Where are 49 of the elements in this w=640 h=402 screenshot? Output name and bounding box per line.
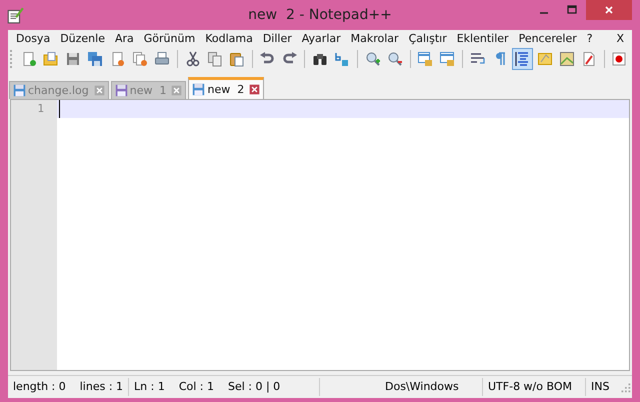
status-text: Ln : 1 Col : 1 Sel : 0 | 0 (129, 378, 320, 396)
copy-icon (206, 51, 223, 67)
binoculars-icon (312, 51, 328, 67)
menu-item[interactable]: Eklentiler (452, 31, 514, 46)
paste-icon (229, 51, 246, 67)
close-all-icon (132, 51, 148, 67)
toolbar-button[interactable] (512, 48, 533, 70)
menu-item[interactable]: Kodlama (200, 31, 258, 46)
map-icon (558, 51, 575, 67)
zoom-out-icon (386, 51, 403, 67)
open-folder-icon (42, 51, 59, 67)
close-file-icon (110, 51, 126, 67)
menu-item[interactable]: ? (582, 31, 598, 46)
horizontal-sync-icon (439, 51, 456, 67)
save-icon (65, 51, 82, 67)
close-icon[interactable] (171, 85, 182, 96)
minimize-icon (540, 12, 548, 14)
new-file-icon (20, 51, 37, 67)
text-cursor (59, 100, 60, 118)
menu-item[interactable]: Ara (110, 31, 139, 46)
tab-label[interactable]: new 2 (207, 83, 244, 96)
menu-item[interactable]: Ayarlar (296, 31, 346, 46)
save-all-icon (87, 51, 104, 67)
menu-item[interactable]: Görünüm (138, 31, 200, 46)
print-icon (154, 51, 170, 67)
menu-item[interactable]: Makrolar (346, 31, 404, 46)
menu-item[interactable]: Diller (258, 31, 297, 46)
menu-item[interactable]: Dosya (11, 31, 56, 46)
tab[interactable]: new 2 (188, 77, 264, 99)
record-icon (611, 51, 628, 67)
close-document-button[interactable]: X (611, 31, 629, 46)
close-button[interactable] (586, 0, 632, 20)
scissors-icon (184, 51, 201, 67)
vertical-sync-icon (417, 51, 434, 67)
menu-item[interactable]: Düzenle (55, 31, 110, 46)
status-text: INS (590, 379, 610, 395)
close-icon[interactable] (249, 84, 260, 95)
window-title: new 2 - Notepad++ (247, 7, 393, 23)
status-text: UTF-8 w/o BOM (483, 378, 586, 396)
indent-guide-icon (514, 51, 530, 67)
notepad-icon (6, 6, 24, 24)
line-number: 1 (36, 101, 45, 117)
zoom-in-icon (364, 51, 381, 67)
status-text: length : 0 lines : 1 (8, 378, 130, 396)
menu-item[interactable]: Çalıştır (404, 31, 452, 46)
function-list-icon (581, 51, 598, 67)
status-text: Dos\Windows (380, 378, 483, 396)
close-icon[interactable] (94, 85, 105, 96)
menu-item[interactable]: Pencereler (514, 31, 582, 46)
